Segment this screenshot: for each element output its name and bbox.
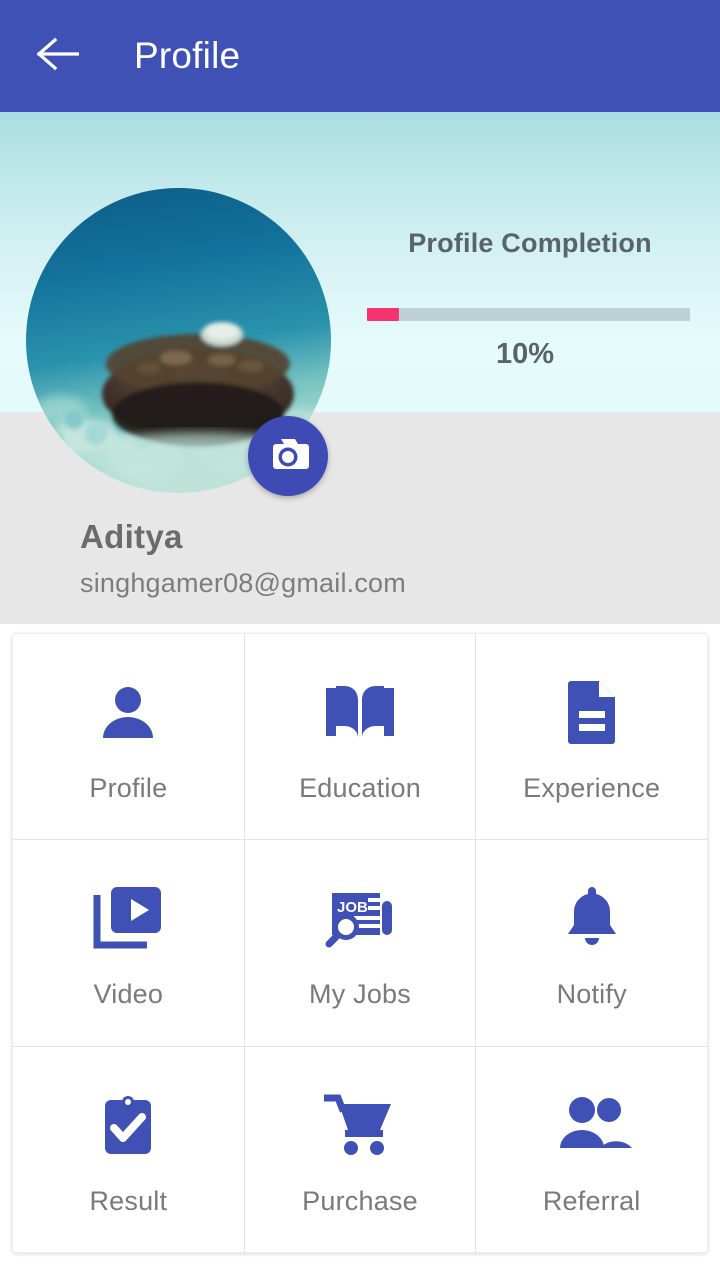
menu-label: Experience [523, 773, 661, 804]
menu-label: Purchase [302, 1185, 418, 1216]
menu-item-result[interactable]: Result [13, 1047, 244, 1252]
avatar-container [26, 188, 331, 496]
menu-item-profile[interactable]: Profile [13, 634, 244, 839]
identity-block: Aditya singhgamer08@gmail.com [80, 518, 406, 599]
profile-completion-progressbar [367, 308, 690, 321]
video-library-icon [93, 875, 163, 961]
menu-item-purchase[interactable]: Purchase [243, 1046, 476, 1252]
profile-completion-title: Profile Completion [408, 228, 652, 258]
arrow-left-icon [36, 37, 80, 76]
people-icon [552, 1082, 632, 1168]
menu-label: Result [89, 1185, 168, 1216]
shopping-cart-icon [324, 1082, 396, 1168]
person-icon [96, 669, 160, 755]
document-icon [565, 669, 619, 755]
profile-completion-percent: 10% [495, 338, 555, 370]
profile-completion-fill [367, 308, 400, 321]
menu-label: Notify [556, 979, 627, 1010]
menu-label: Video [93, 979, 164, 1010]
menu-label: My Jobs [309, 979, 411, 1010]
menu-row: Result Purchase Referral [13, 1045, 707, 1252]
bell-icon [563, 875, 621, 961]
menu-item-referral[interactable]: Referral [475, 1046, 707, 1252]
change-photo-button[interactable] [248, 416, 328, 496]
menu-item-experience[interactable]: Experience [475, 634, 707, 840]
user-email: singhgamer08@gmail.com [80, 568, 406, 598]
job-search-icon: JOB [320, 875, 400, 961]
menu-label: Education [299, 773, 421, 804]
menu-item-education[interactable]: Education [243, 634, 476, 840]
page-title: Profile [134, 35, 241, 76]
profile-completion: Profile Completion 10% [360, 228, 700, 370]
user-name: Aditya [80, 518, 183, 555]
camera-icon [266, 435, 310, 478]
menu-label: Referral [542, 1185, 641, 1216]
open-book-icon [322, 669, 398, 755]
clipboard-check-icon [99, 1082, 157, 1168]
menu-label: Profile [89, 773, 168, 804]
menu-item-my-jobs[interactable]: JOB My Jobs [243, 840, 476, 1046]
menu-item-video[interactable]: Video [13, 840, 244, 1045]
menu-row: Profile Education Experience [13, 634, 707, 840]
menu-row: Video JOB My Jobs Notify [13, 839, 707, 1046]
profile-screen: Profile Profile Completion 10% Aditya si… [0, 0, 720, 1280]
app-bar: Profile [0, 0, 720, 112]
menu-card: Profile Education Experience Video JOB M… [12, 633, 708, 1253]
back-button[interactable] [26, 24, 90, 88]
menu-item-notify[interactable]: Notify [475, 840, 707, 1046]
svg-text:JOB: JOB [337, 899, 368, 916]
